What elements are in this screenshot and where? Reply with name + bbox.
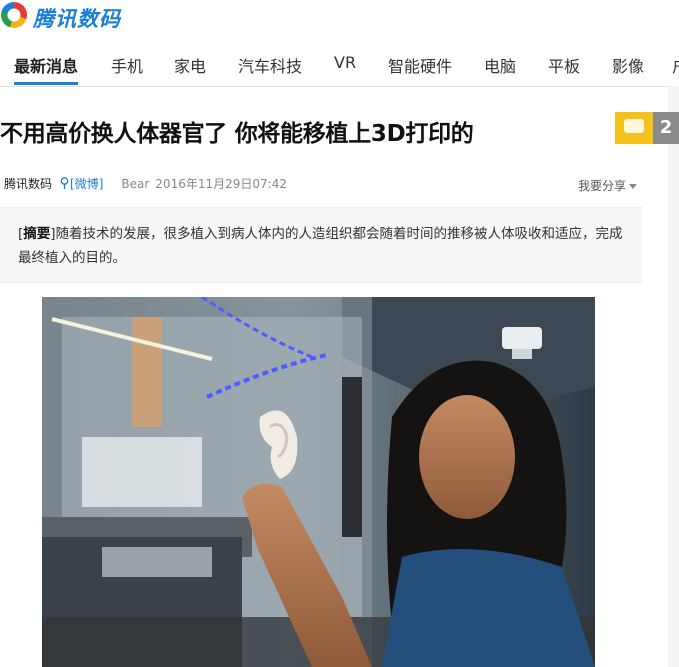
share-label[interactable]: 我要分享 bbox=[578, 179, 626, 193]
nav-item-tablet[interactable]: 平板 bbox=[548, 53, 580, 77]
nav-item-smart-hardware[interactable]: 智能硬件 bbox=[388, 53, 452, 77]
site-logo-text[interactable]: 腾讯数码 bbox=[33, 3, 121, 33]
weibo-link[interactable]: [微博] bbox=[60, 177, 103, 191]
nav-item-outdoor[interactable]: 户 bbox=[672, 53, 679, 77]
site-header: 腾讯数码 bbox=[0, 0, 679, 34]
summary-body: 随着技术的发展，很多植入到病人体内的人造组织都会随着时间的推移被人体吸收和适应，… bbox=[18, 226, 623, 266]
author-name: Bear bbox=[121, 177, 150, 191]
nav-item-phone[interactable]: 手机 bbox=[111, 53, 143, 77]
article-photo[interactable] bbox=[42, 297, 595, 667]
nav-item-computer[interactable]: 电脑 bbox=[484, 53, 516, 77]
channel-nav: 最新消息 手机 家电 汽车科技 VR 智能硬件 电脑 平板 影像 户 bbox=[0, 40, 679, 87]
share-menu[interactable]: 我要分享 bbox=[578, 177, 638, 194]
nav-item-imaging[interactable]: 影像 bbox=[612, 53, 644, 77]
tencent-logo-icon[interactable] bbox=[1, 2, 27, 28]
publish-date: 2016年11月29日07:42 bbox=[155, 177, 287, 191]
weibo-label[interactable]: [微博] bbox=[70, 177, 103, 191]
article-meta: 腾讯数码 [微博] Bear 2016年11月29日07:42 bbox=[4, 175, 287, 192]
chevron-down-icon[interactable] bbox=[629, 184, 638, 189]
nav-item-auto-tech[interactable]: 汽车科技 bbox=[238, 53, 302, 77]
summary-label: 摘要 bbox=[23, 226, 51, 242]
nav-active-indicator bbox=[14, 82, 78, 85]
article-summary: [摘要]随着技术的发展，很多植入到病人体内的人造组织都会随着时间的推移被人体吸收… bbox=[0, 207, 642, 283]
comment-icon[interactable] bbox=[615, 112, 653, 144]
nav-item-latest[interactable]: 最新消息 bbox=[14, 53, 78, 77]
nav-item-appliance[interactable]: 家电 bbox=[174, 53, 206, 77]
article-title: 不用高价换人体器官了 你将能移植上3D打印的 bbox=[0, 121, 474, 147]
nav-item-vr[interactable]: VR bbox=[334, 53, 356, 72]
source-link[interactable]: 腾讯数码 bbox=[4, 177, 52, 191]
weibo-icon bbox=[60, 177, 69, 189]
summary-text: [摘要]随着技术的发展，很多植入到病人体内的人造组织都会随着时间的推移被人体吸收… bbox=[18, 226, 623, 266]
photo-illustration bbox=[42, 297, 595, 667]
comment-count[interactable]: 2 bbox=[653, 112, 679, 144]
comment-button[interactable]: 2 bbox=[615, 112, 679, 144]
right-rail bbox=[668, 86, 679, 667]
